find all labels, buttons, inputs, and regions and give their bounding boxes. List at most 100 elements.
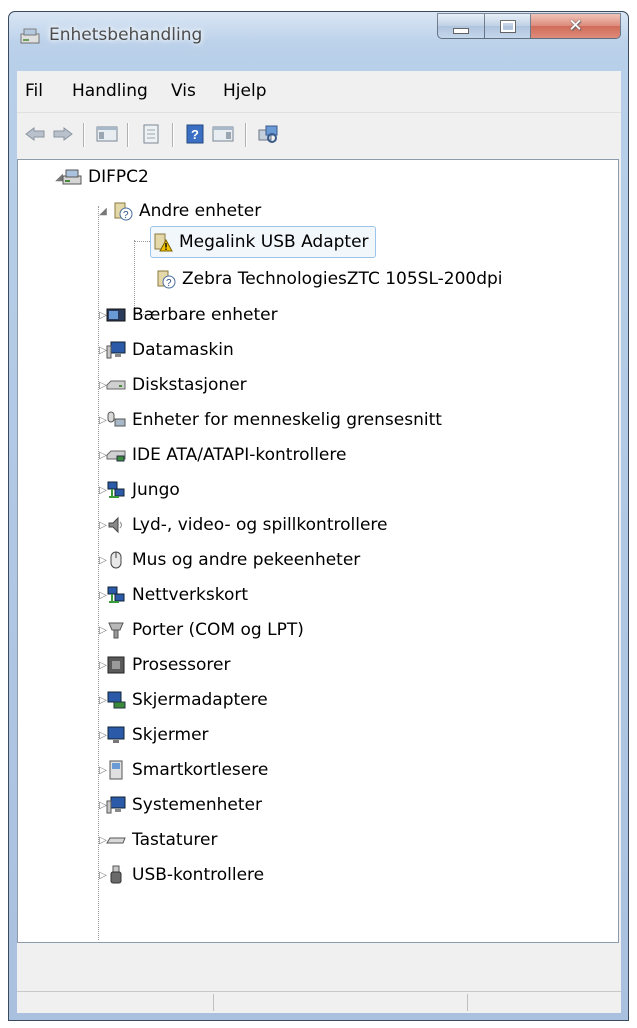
device-manager-icon — [20, 28, 40, 44]
hid-icon — [107, 411, 126, 427]
client-area: Fil Handling Vis Hjelp ? ◢ DIFPC2 ◢ ? An… — [17, 71, 621, 1013]
svg-text:?: ? — [123, 210, 129, 221]
tree-label: Systemenheter — [132, 795, 262, 815]
tree-label: Diskstasjoner — [132, 375, 247, 395]
tree-node-jungo[interactable]: ▷ Jungo — [99, 475, 180, 505]
close-icon: ✕ — [568, 16, 583, 36]
processor-icon — [107, 656, 125, 674]
menu-bar: Fil Handling Vis Hjelp — [17, 71, 621, 111]
tree-label: Megalink USB Adapter — [179, 232, 369, 252]
menu-hjelp[interactable]: Hjelp — [223, 81, 266, 101]
scan-hardware-icon — [258, 125, 278, 143]
show-action-pane-icon — [212, 126, 234, 142]
status-separator — [213, 994, 214, 1011]
title-bar[interactable]: Enhetsbehandling ✕ — [9, 12, 628, 62]
device-tree[interactable]: ◢ DIFPC2 ◢ ? Andre enheter Megalink USB … — [17, 159, 619, 943]
toolbar-separator — [172, 123, 174, 147]
tree-label: Bærbare enheter — [132, 305, 278, 325]
menu-vis[interactable]: Vis — [171, 81, 196, 101]
tree-label: Andre enheter — [139, 201, 262, 221]
display-adapter-icon — [107, 691, 126, 709]
tree-node-portable-devices[interactable]: ▷ Bærbare enheter — [99, 300, 278, 330]
help-button[interactable]: ? — [182, 122, 208, 146]
tree-node-network-adapters[interactable]: ▷ Nettverkskort — [99, 580, 249, 610]
device-manager-window: Enhetsbehandling ✕ Fil Handling Vis Hjel… — [8, 11, 629, 1021]
minimize-button[interactable] — [437, 13, 485, 39]
tree-label: Zebra TechnologiesZTC 105SL-200dpi — [182, 269, 503, 289]
toolbar-separator — [83, 123, 85, 147]
tree-node-root[interactable]: ◢ DIFPC2 — [55, 162, 149, 192]
maximize-button[interactable] — [485, 13, 531, 39]
menu-fil[interactable]: Fil — [25, 81, 43, 101]
toolbar-separator — [127, 123, 129, 147]
network-icon — [107, 481, 125, 498]
warning-device-icon — [154, 233, 173, 252]
show-hide-console-tree-icon — [96, 126, 118, 142]
tree-node-system-devices[interactable]: ▷ Systemenheter — [99, 790, 262, 820]
tree-label: Skjermadaptere — [132, 690, 268, 710]
window-title: Enhetsbehandling — [49, 25, 203, 45]
tree-node-processors[interactable]: ▷ Prosessorer — [99, 650, 231, 680]
computer-icon — [106, 341, 126, 359]
tree-node-computer[interactable]: ▷ Datamaskin — [99, 335, 234, 365]
tree-label: Lyd-, video- og spillkontrollere — [132, 515, 388, 535]
close-button[interactable]: ✕ — [531, 13, 621, 39]
properties-button[interactable] — [138, 122, 164, 146]
menu-handling[interactable]: Handling — [72, 81, 148, 101]
usb-icon — [110, 865, 122, 884]
ide-controller-icon — [106, 450, 126, 462]
tree-label: Smartkortlesere — [132, 760, 269, 780]
tree-label: Jungo — [132, 480, 180, 500]
tree-node-zebra-printer[interactable]: ? Zebra TechnologiesZTC 105SL-200dpi — [156, 264, 503, 294]
svg-text:?: ? — [166, 278, 172, 289]
tree-node-megalink-usb-adapter[interactable]: Megalink USB Adapter — [150, 226, 376, 258]
tree-node-keyboards[interactable]: ▷ Tastaturer — [99, 825, 218, 855]
help-icon: ? — [186, 124, 204, 144]
toolbar: ? — [17, 112, 621, 156]
unknown-device-icon: ? — [157, 270, 176, 289]
tree-node-monitors[interactable]: ▷ Skjermer — [99, 720, 209, 750]
toolbar-separator — [245, 123, 247, 147]
tree-label: Datamaskin — [132, 340, 234, 360]
tree-node-mice[interactable]: ▷ Mus og andre pekeenheter — [99, 545, 360, 575]
tree-node-ports[interactable]: ▷ Porter (COM og LPT) — [99, 615, 304, 645]
speaker-icon — [108, 516, 122, 534]
tree-node-other-devices[interactable]: ◢ ? Andre enheter — [99, 196, 262, 226]
back-button[interactable] — [22, 122, 48, 146]
show-hide-console-tree-button[interactable] — [94, 122, 120, 146]
properties-icon — [143, 124, 159, 144]
tree-label: USB-kontrollere — [132, 865, 265, 885]
tree-label: IDE ATA/ATAPI-kontrollere — [132, 445, 347, 465]
forward-button[interactable] — [50, 122, 76, 146]
forward-icon — [53, 127, 73, 141]
scan-hardware-button[interactable] — [255, 122, 281, 146]
tree-node-usb-controllers[interactable]: ▷ USB-kontrollere — [99, 860, 265, 890]
tree-node-ide-controllers[interactable]: ▷ IDE ATA/ATAPI-kontrollere — [99, 440, 347, 470]
tree-label: Tastaturer — [132, 830, 218, 850]
tree-label: Prosessorer — [132, 655, 231, 675]
tree-node-display-adapters[interactable]: ▷ Skjermadaptere — [99, 685, 268, 715]
tree-node-smart-card-readers[interactable]: ▷ Smartkortlesere — [99, 755, 269, 785]
tree-label: Nettverkskort — [132, 585, 249, 605]
tree-node-disk-drives[interactable]: ▷ Diskstasjoner — [99, 370, 247, 400]
minimize-icon — [453, 27, 469, 34]
show-action-pane-button[interactable] — [210, 122, 236, 146]
svg-text:?: ? — [191, 127, 199, 142]
tree-label: DIFPC2 — [88, 167, 149, 187]
port-icon — [108, 622, 124, 639]
monitor-icon — [107, 726, 125, 743]
tree-label: Skjermer — [132, 725, 209, 745]
tree-label: Porter (COM og LPT) — [132, 620, 304, 640]
collapse-icon[interactable]: ◢ — [98, 206, 108, 217]
unknown-device-icon: ? — [114, 202, 133, 221]
status-bar — [17, 991, 621, 1013]
maximize-icon — [500, 20, 515, 32]
tree-connector — [134, 241, 150, 242]
mouse-icon — [110, 551, 122, 569]
tree-node-hid[interactable]: ▷ Enheter for menneskelig grensesnitt — [99, 405, 442, 435]
keyboard-icon — [106, 837, 126, 844]
computer-icon — [62, 169, 82, 185]
network-adapter-icon — [107, 586, 125, 603]
tree-node-sound-video[interactable]: ▷ Lyd-, video- og spillkontrollere — [99, 510, 388, 540]
smart-card-reader-icon — [109, 760, 123, 780]
